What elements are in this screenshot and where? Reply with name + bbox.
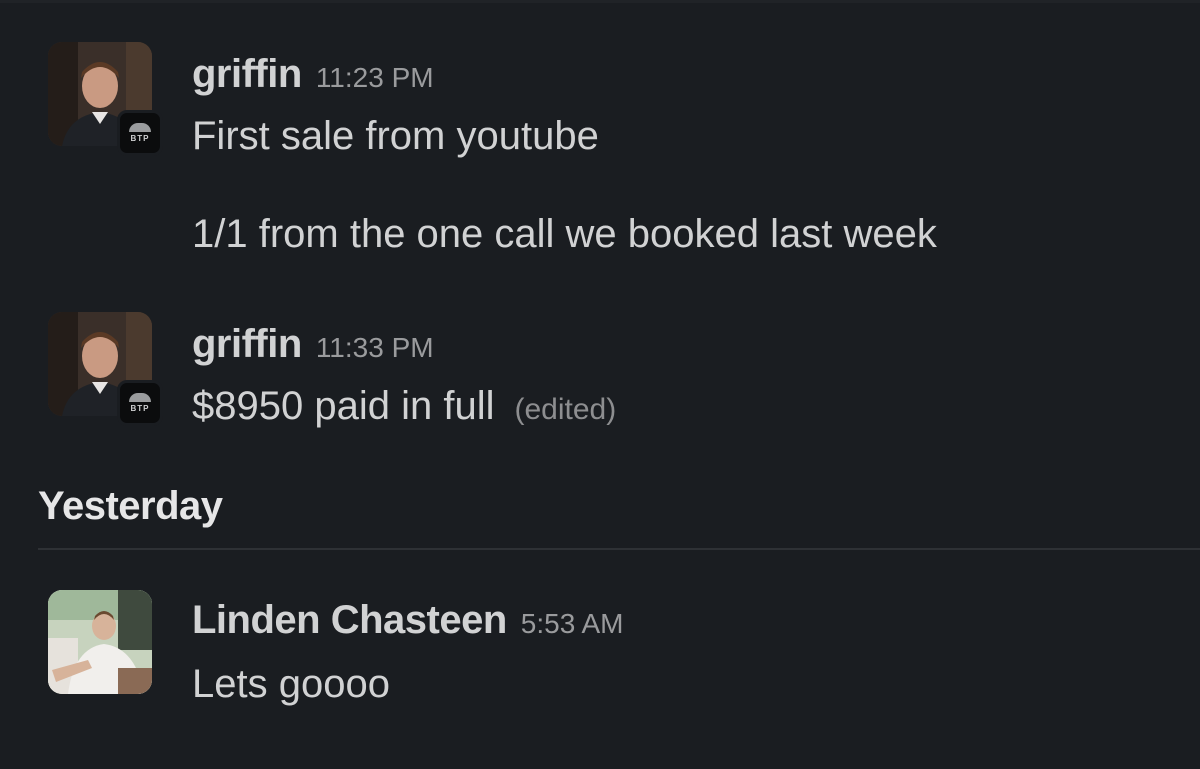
message-text: 1/1 from the one call we booked last wee… xyxy=(192,212,937,256)
message-text-content: $8950 paid in full xyxy=(192,384,495,428)
message-header: Linden Chasteen 5:53 AM xyxy=(192,598,624,643)
message-text: Lets goooo xyxy=(192,662,390,706)
message-text: $8950 paid in full (edited) xyxy=(192,384,616,429)
timestamp[interactable]: 11:33 PM xyxy=(316,332,434,364)
edited-label: (edited) xyxy=(514,393,617,426)
top-border xyxy=(0,0,1200,3)
day-divider-line xyxy=(38,548,1200,550)
message-header: griffin 11:33 PM xyxy=(192,322,434,367)
author-name[interactable]: griffin xyxy=(192,52,302,97)
timestamp[interactable]: 11:23 PM xyxy=(316,62,434,94)
workspace-badge-icon: BTP xyxy=(117,110,163,156)
avatar-wrap[interactable] xyxy=(48,590,156,698)
avatar-wrap[interactable]: BTP xyxy=(48,42,163,156)
day-divider-label[interactable]: Yesterday xyxy=(38,484,223,529)
author-name[interactable]: griffin xyxy=(192,322,302,367)
timestamp[interactable]: 5:53 AM xyxy=(521,608,624,640)
avatar[interactable] xyxy=(48,590,152,694)
message-header: griffin 11:23 PM xyxy=(192,52,434,97)
message-text: First sale from youtube xyxy=(192,114,599,158)
workspace-badge-icon: BTP xyxy=(117,380,163,426)
avatar-wrap[interactable]: BTP xyxy=(48,312,163,426)
author-name[interactable]: Linden Chasteen xyxy=(192,598,507,643)
